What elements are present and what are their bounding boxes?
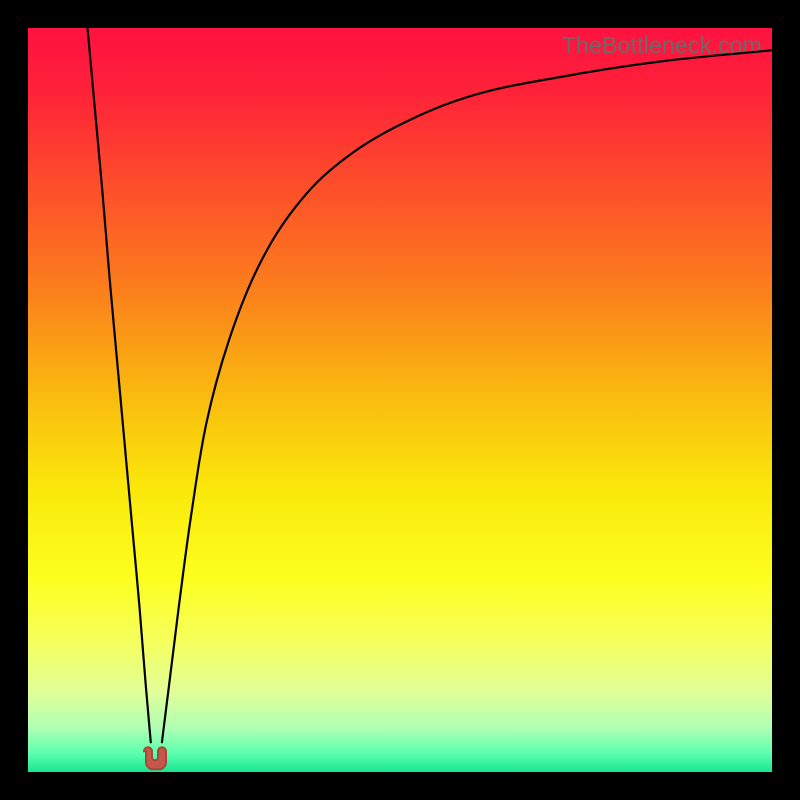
curve-right-branch bbox=[162, 50, 772, 742]
curve-left-branch bbox=[88, 28, 151, 742]
curve-layer bbox=[28, 28, 772, 772]
minimum-marker bbox=[144, 747, 166, 769]
plot-area: TheBottleneck.com bbox=[28, 28, 772, 772]
chart-frame: TheBottleneck.com bbox=[0, 0, 800, 800]
